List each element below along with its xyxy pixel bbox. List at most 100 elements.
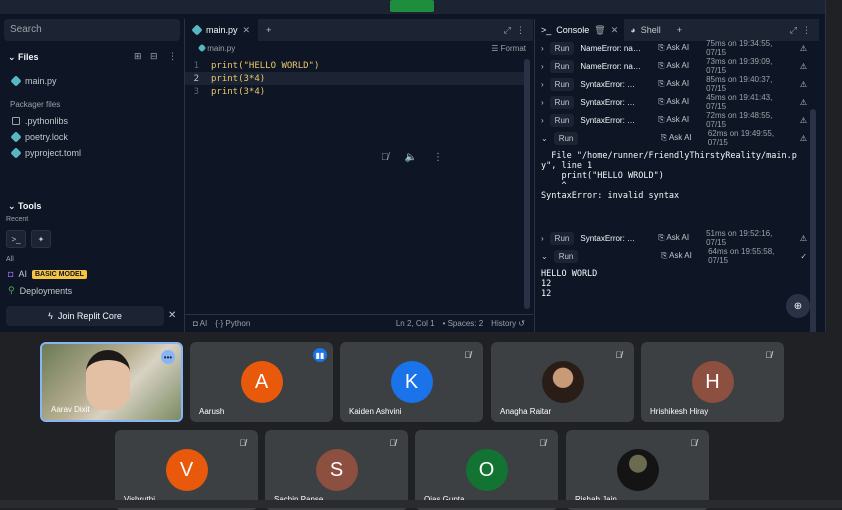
code-line: 2 print(3*4): [185, 72, 525, 85]
run-entry[interactable]: › Run NameError: na… ⎘ Ask AI 75ms on 19:34:…: [535, 39, 807, 57]
tool-item-deployments[interactable]: ⚲ Deployments: [8, 285, 72, 296]
format-button[interactable]: ☰ Format: [491, 44, 526, 53]
avatar: H: [691, 361, 734, 403]
more-options-icon[interactable]: ⋮: [168, 51, 177, 62]
console-tabbar: >_ Console 🗑 ✕ ◕ Shell + ⤢ ⋮: [535, 19, 819, 41]
avatar: A: [240, 361, 283, 403]
ai-icon: ◘: [8, 269, 14, 279]
add-tab-icon[interactable]: +: [258, 25, 279, 35]
run-entry[interactable]: › Run SyntaxError: … ⎘ Ask AI 85ms on 19:40:…: [535, 75, 807, 93]
tool-item-ai[interactable]: ◘ AI BASIC MODEL: [8, 269, 87, 279]
expand-icon[interactable]: ⤢: [504, 25, 511, 36]
pane-more-icon[interactable]: ⋮: [802, 25, 811, 36]
mic-off-icon: 🎙̸: [539, 438, 546, 448]
chevron-right-icon[interactable]: ›: [541, 44, 544, 53]
mic-off-icon: 🎙̸: [389, 438, 396, 448]
spaces-setting[interactable]: • Spaces: 2: [443, 319, 484, 328]
chevron-right-icon[interactable]: ›: [541, 98, 544, 107]
ai-tool-button[interactable]: ✦: [31, 230, 51, 248]
expand-icon[interactable]: ⤢: [790, 25, 797, 36]
participant-tile[interactable]: 🎙̸ Rishab Jain: [566, 430, 709, 510]
language-status[interactable]: {·} Python: [215, 319, 250, 328]
participant-tile-self[interactable]: ••• Aarav Dixit: [40, 342, 183, 422]
volume-icon[interactable]: 🔈: [405, 152, 417, 163]
run-entry[interactable]: › Run SyntaxError: … ⎘ Ask AI 51ms on 19:52:…: [535, 229, 807, 247]
warning-icon: ⚠: [799, 133, 807, 143]
zoom-button[interactable]: ⊕: [786, 294, 810, 318]
mic-off-icon: 🎙̸: [464, 350, 471, 360]
green-button[interactable]: [390, 0, 434, 12]
run-entry[interactable]: › Run NameError: na… ⎘ Ask AI 73ms on 19:39:…: [535, 57, 807, 75]
tab-close-icon[interactable]: ✕: [611, 25, 619, 36]
chevron-down-icon[interactable]: ⌄: [541, 252, 548, 261]
file-item-main[interactable]: main.py: [10, 75, 57, 87]
add-tab-icon[interactable]: +: [667, 25, 692, 35]
ask-ai-button[interactable]: ⎘ Ask AI: [658, 233, 700, 243]
chevron-down-icon[interactable]: ⌄: [541, 134, 548, 143]
ask-ai-button[interactable]: ⎘ Ask AI: [661, 133, 702, 143]
participant-tile[interactable]: 🎙̸ H Hrishikesh Hiray: [641, 342, 784, 422]
ask-ai-button[interactable]: ⎘ Ask AI: [658, 97, 700, 107]
trash-icon[interactable]: 🗑: [594, 25, 605, 36]
participant-tile[interactable]: 🎙̸ O Ojas Gupta: [415, 430, 558, 510]
history-button[interactable]: History ↺: [491, 319, 525, 328]
file-item-poetry[interactable]: poetry.lock: [10, 131, 68, 143]
editor-tabbar: main.py ✕ + ⤢ ⋮: [185, 19, 533, 41]
warning-icon: ⚠: [799, 79, 807, 89]
participant-face: [86, 350, 130, 410]
avatar: V: [165, 449, 208, 491]
more-options-icon[interactable]: •••: [161, 350, 175, 364]
mic-off-icon: 🎙̸: [615, 350, 622, 360]
console-scrollbar[interactable]: [810, 109, 816, 332]
close-icon[interactable]: ✕: [168, 310, 176, 321]
shell-tool-button[interactable]: >_: [6, 230, 26, 248]
ask-ai-button[interactable]: ⎘ Ask AI: [658, 43, 700, 53]
participant-tile[interactable]: 🎙̸ Anagha Raitar: [491, 342, 634, 422]
run-entry-expanded[interactable]: ⌄ Run ⎘ Ask AI 62ms on 19:49:55, 07/15 ⚠: [535, 129, 807, 147]
participant-tile[interactable]: 🎙̸ K Kaiden Ashvini: [340, 342, 483, 422]
new-file-icon[interactable]: ⊞: [134, 51, 142, 62]
join-core-button[interactable]: ϟ Join Replit Core: [6, 306, 164, 326]
bolt-icon: ϟ: [48, 311, 53, 321]
files-header[interactable]: ⌄ Files: [8, 52, 39, 63]
avatar: O: [465, 449, 508, 491]
run-entry[interactable]: › Run SyntaxError: … ⎘ Ask AI 45ms on 19:41:…: [535, 93, 807, 111]
ask-ai-button[interactable]: ⎘ Ask AI: [658, 79, 700, 89]
more-options-icon[interactable]: ⋮: [433, 152, 443, 163]
chevron-right-icon[interactable]: ›: [541, 62, 544, 71]
console-pane: >_ Console 🗑 ✕ ◕ Shell + ⤢ ⋮ › Run NameError: …: [534, 19, 819, 332]
zoom-icon: ⊕: [793, 300, 803, 312]
tab-close-icon[interactable]: ✕: [243, 25, 251, 36]
python-file-icon: [197, 43, 207, 53]
tab-console[interactable]: >_ Console 🗑 ✕: [535, 19, 625, 41]
toml-file-icon: [10, 147, 22, 159]
tools-header[interactable]: ⌄ Tools: [8, 201, 41, 212]
file-item-pythonlibs[interactable]: .pythonlibs: [12, 116, 68, 126]
ask-ai-button[interactable]: ⎘ Ask AI: [658, 115, 700, 125]
avatar: K: [390, 361, 433, 403]
tab-main-py[interactable]: main.py ✕: [185, 19, 259, 41]
search-input[interactable]: Search: [4, 19, 180, 41]
participant-tile[interactable]: ▮▮ A Aarush: [190, 342, 333, 422]
ai-icon: ✦: [37, 234, 45, 244]
run-entry[interactable]: › Run SyntaxError: … ⎘ Ask AI 72ms on 19:48:…: [535, 111, 807, 129]
file-item-pyproject[interactable]: pyproject.toml: [10, 147, 81, 159]
participant-tile[interactable]: 🎙̸ V Vishruthi: [115, 430, 258, 510]
chevron-right-icon[interactable]: ›: [541, 80, 544, 89]
editor-scrollbar[interactable]: [524, 59, 530, 309]
chevron-right-icon[interactable]: ›: [541, 234, 544, 243]
run-entry-expanded[interactable]: ⌄ Run ⎘ Ask AI 64ms on 19:55:58, 07/15 ✓: [535, 247, 807, 265]
tab-shell[interactable]: ◕ Shell: [624, 19, 666, 41]
new-folder-icon[interactable]: ⊟: [150, 51, 158, 62]
participant-tile[interactable]: 🎙̸ S Sachin Panse: [265, 430, 408, 510]
pane-more-icon[interactable]: ⋮: [516, 25, 525, 36]
chevron-right-icon[interactable]: ›: [541, 116, 544, 125]
ai-status[interactable]: ◘ AI: [193, 319, 207, 328]
cursor-position[interactable]: Ln 2, Col 1: [396, 319, 435, 328]
code-area[interactable]: 1 print("HELLO WORLD") 2 print(3*4) 3 print…: [185, 59, 525, 98]
avatar: S: [315, 449, 358, 491]
check-icon: ✓: [800, 251, 808, 261]
mic-off-icon[interactable]: 🎙̸: [381, 152, 389, 163]
ask-ai-button[interactable]: ⎘ Ask AI: [658, 61, 700, 71]
ask-ai-button[interactable]: ⎘ Ask AI: [661, 251, 702, 261]
